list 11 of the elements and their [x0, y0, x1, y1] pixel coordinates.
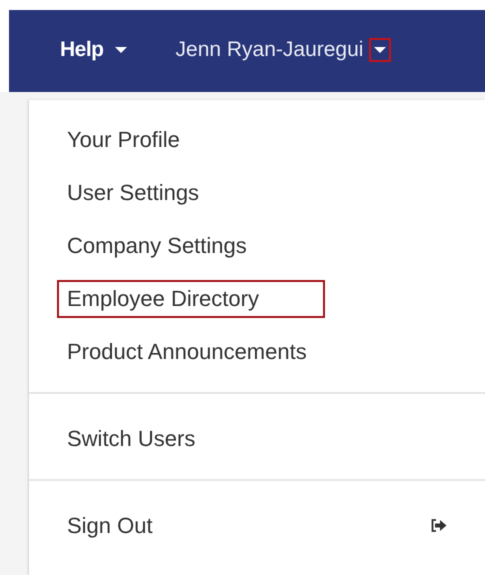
menu-item[interactable]: Employee Directory [57, 280, 325, 318]
nav-menu-link[interactable]: Help [60, 38, 104, 62]
menu-item[interactable]: Sign Out [57, 506, 219, 544]
caret-icon[interactable] [369, 38, 392, 62]
menu-item[interactable]: Company Settings [57, 226, 313, 264]
nav-menu-link[interactable]: Jenn Ryan-Jauregui [176, 38, 364, 62]
menu-item[interactable]: Product Announcements [57, 332, 373, 370]
menu-item[interactable]: Your Profile [57, 120, 246, 158]
sign-out-icon [431, 519, 447, 532]
menu-item[interactable]: Switch Users [57, 420, 262, 458]
menu-item[interactable]: User Settings [57, 174, 266, 212]
